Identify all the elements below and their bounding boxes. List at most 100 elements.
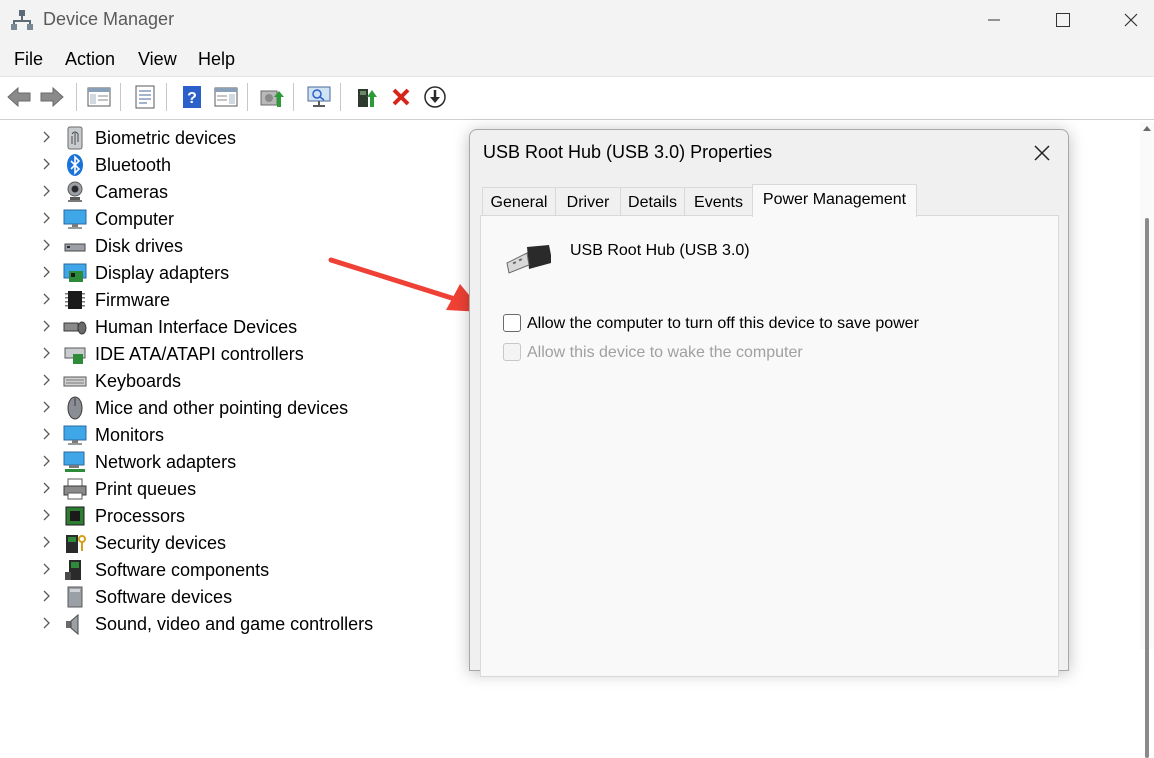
chevron-right-icon[interactable] xyxy=(41,401,53,413)
action-pane-icon xyxy=(214,87,238,107)
scrollbar-thumb[interactable] xyxy=(1145,218,1149,758)
tree-item-label: Network adapters xyxy=(95,452,237,472)
show-hide-action-pane-button[interactable] xyxy=(211,82,241,112)
tree-item-print-queues[interactable]: Print queues xyxy=(0,475,460,502)
chevron-right-icon[interactable] xyxy=(41,455,53,467)
tab-events[interactable]: Events xyxy=(684,187,753,217)
chevron-right-icon[interactable] xyxy=(41,293,53,305)
chevron-right-icon[interactable] xyxy=(41,563,53,575)
update-driver-button[interactable] xyxy=(257,82,287,112)
tree-item-biometric-devices[interactable]: Biometric devices xyxy=(0,124,460,151)
close-icon xyxy=(1034,145,1050,161)
forward-button[interactable] xyxy=(37,82,67,112)
tree-item-label: Processors xyxy=(95,506,186,526)
chevron-right-icon[interactable] xyxy=(41,428,53,440)
tree-item-label: Software devices xyxy=(95,587,233,607)
tree-item-monitors[interactable]: Monitors xyxy=(0,421,460,448)
tree-item-label: Firmware xyxy=(95,290,170,310)
tree-item-keyboards[interactable]: Keyboards xyxy=(0,367,460,394)
chevron-right-icon[interactable] xyxy=(41,374,53,386)
tree-item-label: Software components xyxy=(95,560,270,580)
chevron-right-icon[interactable] xyxy=(41,617,53,629)
scan-for-hardware-changes-button[interactable] xyxy=(304,82,334,112)
chevron-right-icon[interactable] xyxy=(41,320,53,332)
monitor-icon xyxy=(63,209,87,229)
tab-general[interactable]: General xyxy=(482,187,556,217)
dialog-title: USB Root Hub (USB 3.0) Properties xyxy=(483,142,773,162)
menu-view[interactable]: View xyxy=(138,49,177,70)
annotation-arrow xyxy=(328,257,483,312)
tab-details[interactable]: Details xyxy=(620,187,685,217)
title-bar: Device Manager xyxy=(0,0,1154,40)
tree-item-label: Sound, video and game controllers xyxy=(95,614,374,634)
toolbar-separator xyxy=(293,83,294,111)
printer-icon xyxy=(63,478,87,500)
minimize-button[interactable] xyxy=(971,0,1017,40)
disk-drive-icon xyxy=(64,243,86,252)
allow-turn-off-label[interactable]: Allow the computer to turn off this devi… xyxy=(527,315,919,333)
chevron-right-icon[interactable] xyxy=(41,239,53,251)
scan-hardware-icon xyxy=(307,86,331,107)
tree-item-mice-and-other-pointing-devices[interactable]: Mice and other pointing devices xyxy=(0,394,460,421)
back-button[interactable] xyxy=(4,82,34,112)
fingerprint-icon xyxy=(67,126,83,150)
allow-turn-off-checkbox[interactable] xyxy=(503,314,521,332)
tree-item-processors[interactable]: Processors xyxy=(0,502,460,529)
tab-driver[interactable]: Driver xyxy=(555,187,621,217)
tree-item-computer[interactable]: Computer xyxy=(0,205,460,232)
tree-item-sound-video-and-game-controllers[interactable]: Sound, video and game controllers xyxy=(0,610,460,637)
tree-item-software-components[interactable]: Software components xyxy=(0,556,460,583)
power-management-panel: USB Root Hub (USB 3.0) Allow the compute… xyxy=(480,215,1059,677)
disable-device-button[interactable] xyxy=(420,82,450,112)
tab-power-management[interactable]: Power Management xyxy=(752,184,917,217)
properties-button[interactable] xyxy=(130,82,160,112)
tree-item-label: Monitors xyxy=(95,425,165,445)
usb-plug-icon xyxy=(506,245,551,274)
help-button[interactable]: ? xyxy=(177,82,207,112)
chevron-right-icon[interactable] xyxy=(41,266,53,278)
chevron-right-icon[interactable] xyxy=(41,536,53,548)
chevron-right-icon[interactable] xyxy=(41,509,53,521)
tree-item-label: Biometric devices xyxy=(95,128,237,148)
menu-help[interactable]: Help xyxy=(198,49,235,70)
chevron-right-icon[interactable] xyxy=(41,482,53,494)
tree-item-label: Mice and other pointing devices xyxy=(95,398,349,418)
uninstall-device-button[interactable] xyxy=(386,82,416,112)
show-hide-console-tree-button[interactable] xyxy=(84,82,114,112)
chevron-right-icon[interactable] xyxy=(41,185,53,197)
tree-item-cameras[interactable]: Cameras xyxy=(0,178,460,205)
toolbar-separator xyxy=(340,83,341,111)
uninstall-x-icon xyxy=(392,88,410,106)
monitor-icon xyxy=(63,425,87,445)
tree-item-security-devices[interactable]: Security devices xyxy=(0,529,460,556)
tree-item-label: IDE ATA/ATAPI controllers xyxy=(95,344,304,364)
tree-item-software-devices[interactable]: Software devices xyxy=(0,583,460,610)
maximize-button[interactable] xyxy=(1040,0,1086,40)
chevron-right-icon[interactable] xyxy=(41,158,53,170)
update-driver-icon xyxy=(260,90,284,107)
tree-item-ide-ata-atapi-controllers[interactable]: IDE ATA/ATAPI controllers xyxy=(0,340,460,367)
toolbar: ? xyxy=(0,76,1154,120)
menu-action[interactable]: Action xyxy=(65,49,115,70)
chevron-right-icon[interactable] xyxy=(41,131,53,143)
properties-icon xyxy=(135,85,155,109)
speaker-icon xyxy=(66,613,79,636)
chevron-right-icon[interactable] xyxy=(41,347,53,359)
processor-icon xyxy=(65,506,85,526)
window-title: Device Manager xyxy=(43,9,175,29)
tree-item-label: Display adapters xyxy=(95,263,230,283)
close-icon xyxy=(1124,13,1138,27)
menu-file[interactable]: File xyxy=(14,49,43,70)
close-window-button[interactable] xyxy=(1108,0,1154,40)
add-legacy-hardware-button[interactable] xyxy=(352,82,382,112)
maximize-icon xyxy=(1056,13,1070,27)
tree-item-label: Security devices xyxy=(95,533,227,553)
tree-item-bluetooth[interactable]: Bluetooth xyxy=(0,151,460,178)
display-adapter-icon xyxy=(63,263,87,282)
dialog-close-button[interactable] xyxy=(1025,138,1059,168)
tree-item-network-adapters[interactable]: Network adapters xyxy=(0,448,460,475)
toolbar-separator xyxy=(120,83,121,111)
chevron-right-icon[interactable] xyxy=(41,212,53,224)
chevron-right-icon[interactable] xyxy=(41,590,53,602)
tree-scrollbar[interactable] xyxy=(1140,122,1154,758)
